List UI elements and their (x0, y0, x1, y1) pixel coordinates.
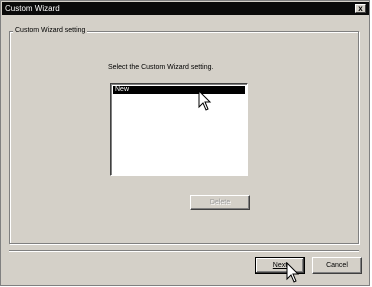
cancel-button[interactable]: Cancel (312, 257, 362, 274)
wizard-setting-list[interactable]: New (110, 83, 248, 176)
footer-separator (9, 250, 359, 252)
list-item-new[interactable]: New (113, 86, 245, 94)
window-title: Custom Wizard (5, 4, 60, 13)
groupbox-label: Custom Wizard setting (13, 26, 88, 35)
title-bar[interactable]: Custom Wizard x (2, 2, 369, 15)
arrow-cursor-icon (286, 262, 300, 283)
close-button[interactable]: x (355, 4, 366, 13)
delete-button: Delete (190, 195, 250, 210)
instruction-text: Select the Custom Wizard setting. (108, 64, 214, 71)
arrow-cursor-icon (198, 90, 212, 111)
